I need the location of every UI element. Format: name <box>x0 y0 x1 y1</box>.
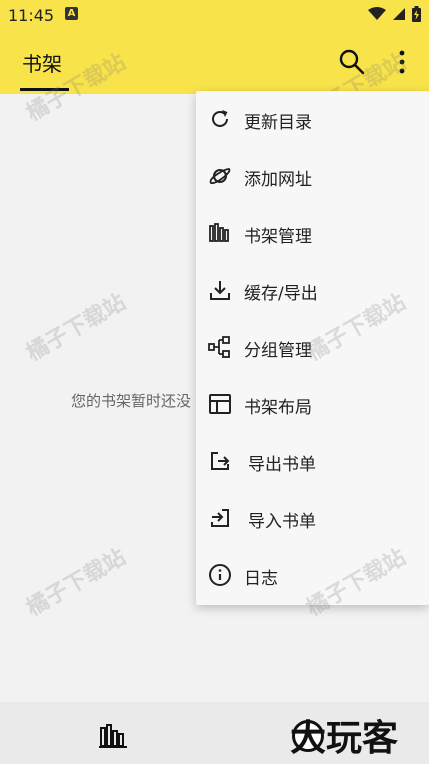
refresh-icon <box>212 110 228 127</box>
watermark: 橘子下载站 <box>22 544 131 622</box>
menu-item-label: 添加网址 <box>244 170 312 190</box>
menu-item-bookshelf-manage[interactable]: 书架管理 <box>196 205 429 262</box>
menu-item-add-url[interactable]: 添加网址 <box>196 148 429 205</box>
menu-item-label: 更新目录 <box>244 113 312 133</box>
menu-item-cache-export[interactable]: 缓存/导出 <box>196 262 429 319</box>
import-icon <box>211 509 229 527</box>
empty-bookshelf-message: 您的书架暂时还没 <box>71 392 192 410</box>
brand-watermark: 大玩客 <box>290 718 399 759</box>
menu-item-import-booklist[interactable]: 导入书单 <box>196 490 429 547</box>
info-icon <box>209 564 231 586</box>
planet-icon <box>209 168 231 185</box>
watermark: 橘子下载站 <box>22 289 131 367</box>
layout-icon <box>209 394 231 414</box>
search-icon <box>339 49 365 75</box>
more-vert-icon <box>399 50 405 74</box>
download-icon <box>210 281 230 300</box>
menu-item-label: 导出书单 <box>248 455 316 475</box>
status-icons <box>368 6 421 22</box>
menu-item-log[interactable]: 日志 <box>196 547 429 604</box>
overflow-menu: 更新目录 添加网址 书架管理 缓存/导出 分组管理 书架布局 导出书单 导入书单… <box>196 91 429 605</box>
group-icon <box>208 336 230 358</box>
menu-item-group-manage[interactable]: 分组管理 <box>196 319 429 376</box>
tab-bookshelf[interactable]: 书架 <box>22 48 62 77</box>
app-bar: 书架 <box>0 30 429 94</box>
menu-item-label: 缓存/导出 <box>244 284 318 304</box>
books-icon <box>209 223 229 242</box>
signal-icon <box>393 8 405 20</box>
menu-item-label: 导入书单 <box>248 512 316 532</box>
status-bar: 11:45 A <box>0 0 429 30</box>
menu-item-label: 书架布局 <box>244 398 312 418</box>
menu-item-label: 日志 <box>244 569 278 589</box>
nav-bookshelf-button[interactable] <box>98 722 130 750</box>
bookshelf-nav-icon <box>99 724 127 748</box>
menu-item-export-booklist[interactable]: 导出书单 <box>196 433 429 490</box>
battery-icon <box>412 6 421 22</box>
wifi-icon <box>368 7 386 20</box>
status-time: 11:45 <box>8 6 55 25</box>
menu-item-label: 书架管理 <box>244 227 312 247</box>
menu-item-label: 分组管理 <box>244 341 312 361</box>
menu-item-update-catalog[interactable]: 更新目录 <box>196 91 429 148</box>
menu-item-bookshelf-layout[interactable]: 书架布局 <box>196 376 429 433</box>
tab-indicator <box>20 88 69 91</box>
more-options-button[interactable] <box>392 48 412 76</box>
notification-a-icon: A <box>65 7 78 20</box>
search-button[interactable] <box>338 48 366 76</box>
export-icon <box>211 452 230 470</box>
